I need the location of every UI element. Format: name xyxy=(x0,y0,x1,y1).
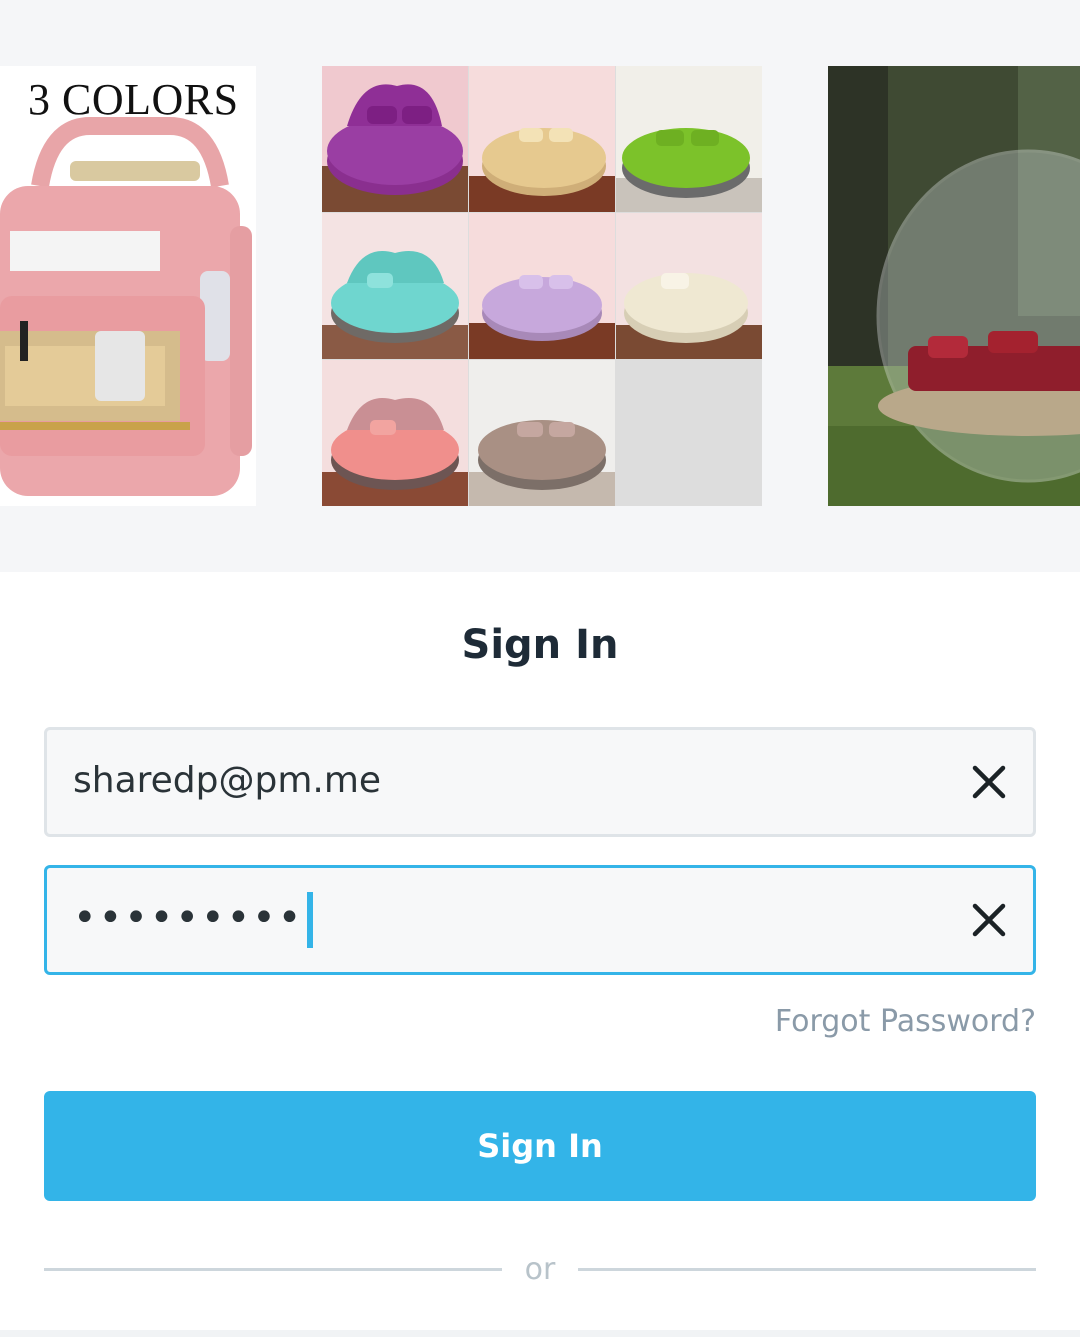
bed-variant-lavender xyxy=(469,213,615,359)
sign-in-button[interactable]: Sign In xyxy=(44,1091,1036,1201)
divider-left xyxy=(44,1268,502,1271)
bed-variant-green xyxy=(616,66,762,212)
product-image-backpack[interactable]: 3 COLORS xyxy=(0,66,256,506)
close-icon xyxy=(972,903,1006,937)
close-icon xyxy=(972,765,1006,799)
divider-right xyxy=(578,1268,1036,1271)
password-field[interactable]: ••••••••• xyxy=(44,865,1036,975)
password-value: ••••••••• xyxy=(73,895,304,941)
bottom-edge xyxy=(0,1330,1080,1337)
product-image-bubble-tent[interactable] xyxy=(828,66,1080,506)
clear-email-button[interactable] xyxy=(967,760,1011,804)
product-image-round-beds[interactable] xyxy=(322,66,762,506)
backpack-illustration xyxy=(0,117,252,496)
bed-variant-beige xyxy=(469,66,615,212)
hero-image-strip: 3 COLORS xyxy=(0,0,1080,572)
bed-variant-cream xyxy=(616,213,762,359)
divider-or-label: or xyxy=(524,1252,556,1287)
password-value-wrap[interactable]: ••••••••• xyxy=(73,892,314,948)
bag-caption: 3 COLORS xyxy=(28,75,239,124)
bed-variant-teal xyxy=(322,213,468,359)
bed-variant-mauve xyxy=(469,360,615,506)
email-field[interactable]: sharedp@pm.me xyxy=(44,727,1036,837)
bubble-tent-illustration xyxy=(828,66,1080,506)
email-value[interactable]: sharedp@pm.me xyxy=(73,760,381,801)
page-title: Sign In xyxy=(461,622,619,668)
forgot-password-link[interactable]: Forgot Password? xyxy=(775,1004,1036,1039)
bed-variant-purple xyxy=(322,66,468,212)
bed-variant-pink xyxy=(322,360,468,506)
clear-password-button[interactable] xyxy=(967,898,1011,942)
text-caret xyxy=(307,892,314,948)
